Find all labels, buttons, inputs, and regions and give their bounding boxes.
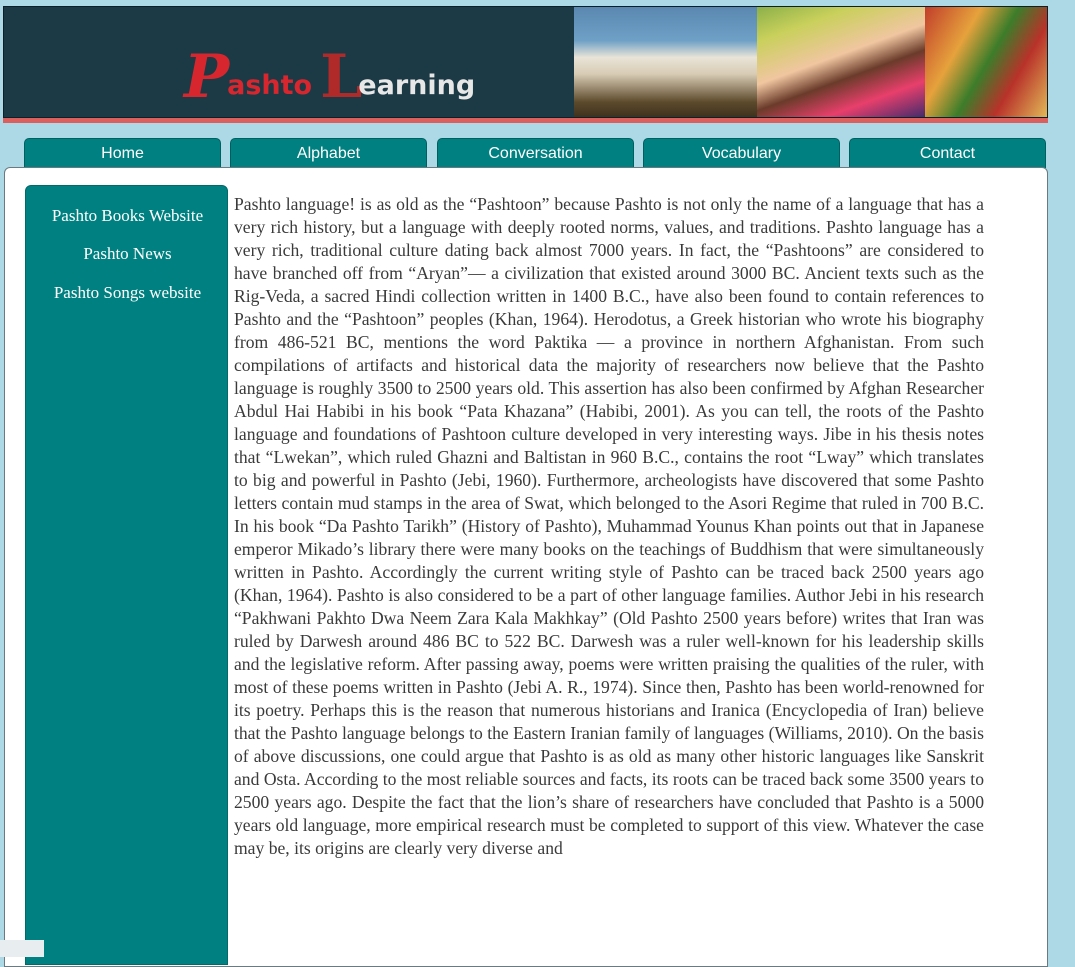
- banner-stripe: [3, 118, 1048, 123]
- logo-letter-l: L: [320, 42, 363, 112]
- tab-alphabet[interactable]: Alphabet: [230, 138, 427, 168]
- tab-vocabulary[interactable]: Vocabulary: [643, 138, 840, 168]
- article-body: Pashto language! is as old as the “Pasht…: [234, 194, 984, 858]
- logo-text-earning: earning: [358, 70, 476, 101]
- banner-photo-woman: [757, 7, 925, 117]
- sidebar: Pashto Books Website Pashto News Pashto …: [25, 185, 228, 965]
- logo-text-ashto: ashto: [227, 70, 313, 101]
- banner-photo-elder: [574, 7, 757, 117]
- sidebar-link-pashto-news[interactable]: Pashto News: [26, 244, 229, 264]
- tab-contact[interactable]: Contact: [849, 138, 1046, 168]
- main-nav: Home Alphabet Conversation Vocabulary Co…: [24, 138, 1048, 168]
- sidebar-link-pashto-songs[interactable]: Pashto Songs website: [26, 283, 229, 303]
- logo-letter-p: P: [184, 42, 230, 112]
- tab-home[interactable]: Home: [24, 138, 221, 168]
- site-logo[interactable]: P ashto L earning: [184, 37, 475, 107]
- corner-watermark: [0, 940, 44, 957]
- header-banner: P ashto L earning: [3, 6, 1048, 118]
- sidebar-link-pashto-books[interactable]: Pashto Books Website: [26, 206, 229, 226]
- banner-photo-textile: [925, 7, 1047, 117]
- tab-conversation[interactable]: Conversation: [437, 138, 634, 168]
